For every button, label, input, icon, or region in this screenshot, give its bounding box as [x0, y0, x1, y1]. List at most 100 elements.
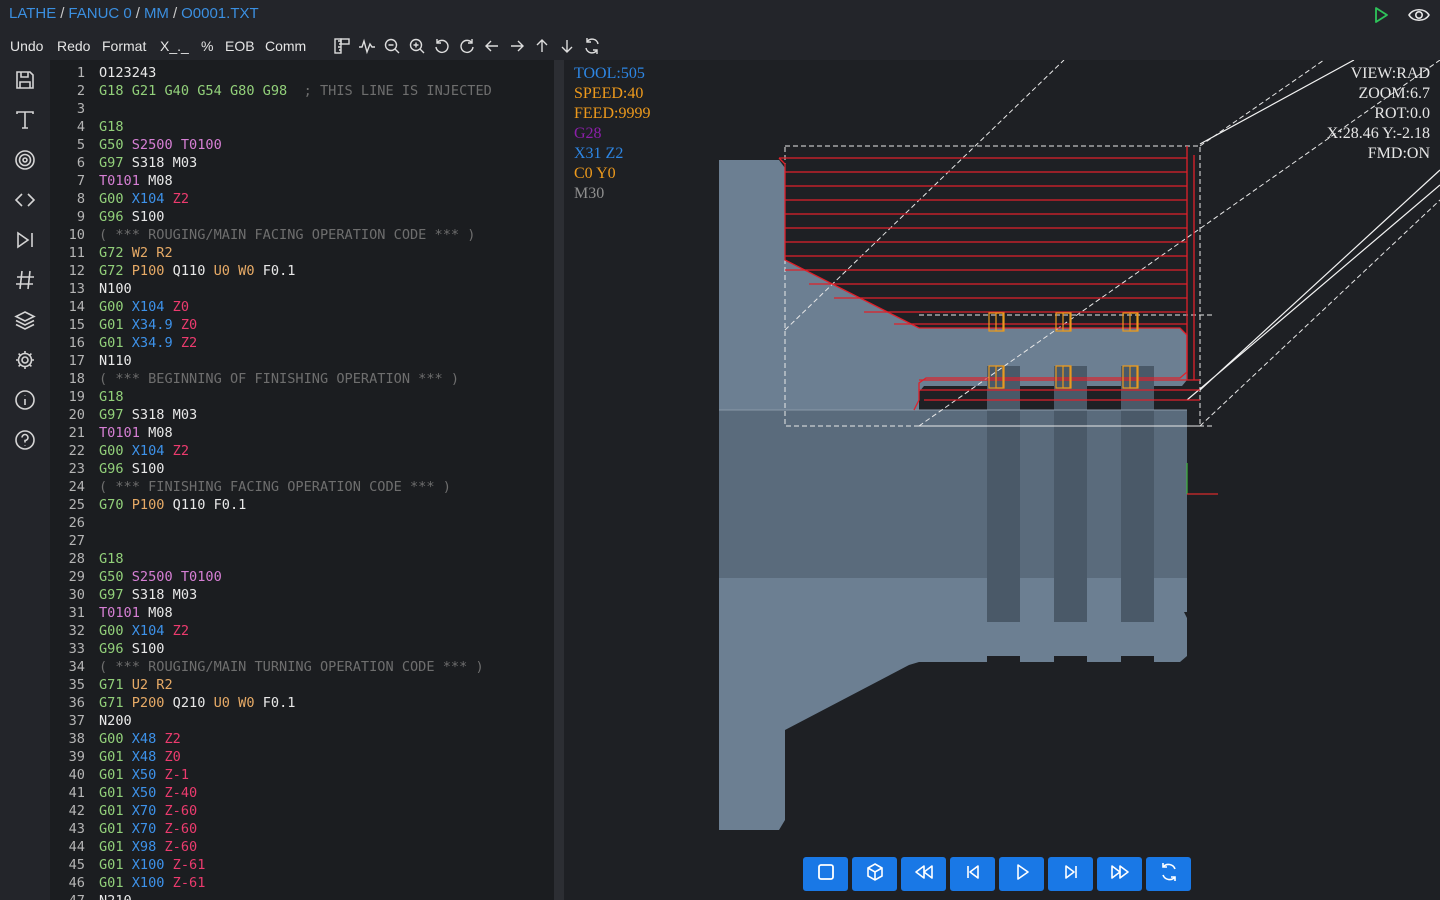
- code-line[interactable]: 20 G97 S318 M03: [50, 406, 554, 424]
- play-button[interactable]: [999, 857, 1044, 891]
- code-line[interactable]: 3: [50, 100, 554, 118]
- code-line[interactable]: 13 N100: [50, 280, 554, 298]
- code-line[interactable]: 7 T0101 M08: [50, 172, 554, 190]
- comment-button[interactable]: Comm: [265, 38, 306, 54]
- code-line[interactable]: 30 G97 S318 M03: [50, 586, 554, 604]
- code-line[interactable]: 29 G50 S2500 T0100: [50, 568, 554, 586]
- 3d-view-button[interactable]: [852, 857, 897, 891]
- line-number: 5: [76, 137, 85, 153]
- zoom-out-icon[interactable]: [382, 36, 401, 55]
- skip-forward-button[interactable]: [1048, 857, 1093, 891]
- arrow-left-icon[interactable]: [482, 36, 501, 55]
- text-icon[interactable]: [13, 108, 37, 132]
- code-token: Q110 F0.1: [172, 497, 247, 513]
- percent-button[interactable]: %: [201, 38, 213, 54]
- redo-button[interactable]: Redo: [57, 38, 90, 54]
- refresh-icon[interactable]: [582, 36, 601, 55]
- zoom-in-icon[interactable]: [407, 36, 426, 55]
- code-line[interactable]: 43 G01 X70 Z-60: [50, 820, 554, 838]
- gear-icon[interactable]: [13, 348, 37, 372]
- code-line[interactable]: 44 G01 X98 Z-60: [50, 838, 554, 856]
- code-line[interactable]: 42 G01 X70 Z-60: [50, 802, 554, 820]
- code-line[interactable]: 33 G96 S100: [50, 640, 554, 658]
- code-line[interactable]: 40 G01 X50 Z-1: [50, 766, 554, 784]
- eye-icon[interactable]: [1408, 6, 1430, 29]
- decimal-format-button[interactable]: X_._: [160, 38, 189, 54]
- code-line[interactable]: 19 G18: [50, 388, 554, 406]
- code-line[interactable]: 41 G01 X50 Z-40: [50, 784, 554, 802]
- code-line[interactable]: 16 G01 X34.9 Z2: [50, 334, 554, 352]
- code-line[interactable]: 37 N200: [50, 712, 554, 730]
- code-line[interactable]: 45 G01 X100 Z-61: [50, 856, 554, 874]
- layers-icon[interactable]: [13, 308, 37, 332]
- code-line[interactable]: 24 ( *** FINISHING FACING OPERATION CODE …: [50, 478, 554, 496]
- code-line[interactable]: 12 G72 P100 Q110 U0 W0 F0.1: [50, 262, 554, 280]
- rotate-left-icon[interactable]: [432, 36, 451, 55]
- code-line[interactable]: 34 ( *** ROUGING/MAIN TURNING OPERATION C…: [50, 658, 554, 676]
- arrow-down-icon[interactable]: [557, 36, 576, 55]
- code-line[interactable]: 17 N110: [50, 352, 554, 370]
- code-line[interactable]: 23 G96 S100: [50, 460, 554, 478]
- code-token: G01: [99, 857, 132, 873]
- fast-forward-button[interactable]: [1097, 857, 1142, 891]
- code-line[interactable]: 15 G01 X34.9 Z0: [50, 316, 554, 334]
- code-line[interactable]: 31 T0101 M08: [50, 604, 554, 622]
- code-line[interactable]: 35 G71 U2 R2: [50, 676, 554, 694]
- code-line[interactable]: 25 G70 P100 Q110 F0.1: [50, 496, 554, 514]
- code-line[interactable]: 1 O123243: [50, 64, 554, 82]
- loop-button[interactable]: [1146, 857, 1191, 891]
- line-number: 29: [68, 569, 85, 585]
- editor-toolbar: Undo Redo Format X_._ % EOB Comm: [0, 32, 1440, 60]
- code-line[interactable]: 46 G01 X100 Z-61: [50, 874, 554, 892]
- code-line[interactable]: 28 G18: [50, 550, 554, 568]
- gcode-editor[interactable]: 1 O123243 2 G18 G21 G40 G54 G80 G98 ; THIS …: [50, 60, 554, 900]
- breadcrumb-file[interactable]: O0001.TXT: [181, 5, 259, 22]
- help-icon[interactable]: [13, 428, 37, 452]
- fast-rewind-button[interactable]: [901, 857, 946, 891]
- eob-button[interactable]: EOB: [225, 38, 255, 54]
- code-line[interactable]: 26: [50, 514, 554, 532]
- rotate-right-icon[interactable]: [457, 36, 476, 55]
- waveform-icon[interactable]: [357, 36, 376, 55]
- info-icon[interactable]: [13, 388, 37, 412]
- code-line[interactable]: 2 G18 G21 G40 G54 G80 G98 ; THIS LINE IS …: [50, 82, 554, 100]
- breadcrumb-controller[interactable]: FANUC 0: [68, 5, 131, 22]
- code-line[interactable]: 39 G01 X48 Z0: [50, 748, 554, 766]
- skip-back-button[interactable]: [950, 857, 995, 891]
- code-line[interactable]: 6 G97 S318 M03: [50, 154, 554, 172]
- breadcrumb-units[interactable]: MM: [144, 5, 169, 22]
- code-line[interactable]: 14 G00 X104 Z0: [50, 298, 554, 316]
- code-line[interactable]: 9 G96 S100: [50, 208, 554, 226]
- format-button[interactable]: Format: [102, 38, 146, 54]
- code-line[interactable]: 36 G71 P200 Q210 U0 W0 F0.1: [50, 694, 554, 712]
- breadcrumb-lathe[interactable]: LATHE: [9, 5, 56, 22]
- code-line[interactable]: 4 G18: [50, 118, 554, 136]
- line-code: N210: [99, 892, 132, 900]
- code-line[interactable]: 47 N210: [50, 892, 554, 900]
- code-icon[interactable]: [13, 188, 37, 212]
- code-line[interactable]: 22 G00 X104 Z2: [50, 442, 554, 460]
- pane-splitter[interactable]: [554, 60, 564, 900]
- step-icon[interactable]: [13, 228, 37, 252]
- code-line[interactable]: 11 G72 W2 R2: [50, 244, 554, 262]
- line-number: 35: [68, 677, 85, 693]
- code-line[interactable]: 18 ( *** BEGINNING OF FINISHING OPERATION…: [50, 370, 554, 388]
- code-line[interactable]: 10 ( *** ROUGING/MAIN FACING OPERATION CO…: [50, 226, 554, 244]
- stop-button[interactable]: [803, 857, 848, 891]
- arrow-up-icon[interactable]: [532, 36, 551, 55]
- save-icon[interactable]: [13, 68, 37, 92]
- arrow-right-icon[interactable]: [507, 36, 526, 55]
- hash-icon[interactable]: [13, 268, 37, 292]
- line-number: 8: [76, 191, 85, 207]
- run-play-icon[interactable]: [1372, 6, 1390, 29]
- code-line[interactable]: 32 G00 X104 Z2: [50, 622, 554, 640]
- simulation-viewer[interactable]: TOOL:505 SPEED:40 FEED:9999 G28 X31 Z2 C…: [564, 60, 1440, 900]
- code-line[interactable]: 8 G00 X104 Z2: [50, 190, 554, 208]
- code-line[interactable]: 21 T0101 M08: [50, 424, 554, 442]
- code-line[interactable]: 5 G50 S2500 T0100: [50, 136, 554, 154]
- undo-button[interactable]: Undo: [10, 38, 43, 54]
- code-line[interactable]: 27: [50, 532, 554, 550]
- code-line[interactable]: 38 G00 X48 Z2: [50, 730, 554, 748]
- target-icon[interactable]: [13, 148, 37, 172]
- ruler-icon[interactable]: [332, 36, 351, 55]
